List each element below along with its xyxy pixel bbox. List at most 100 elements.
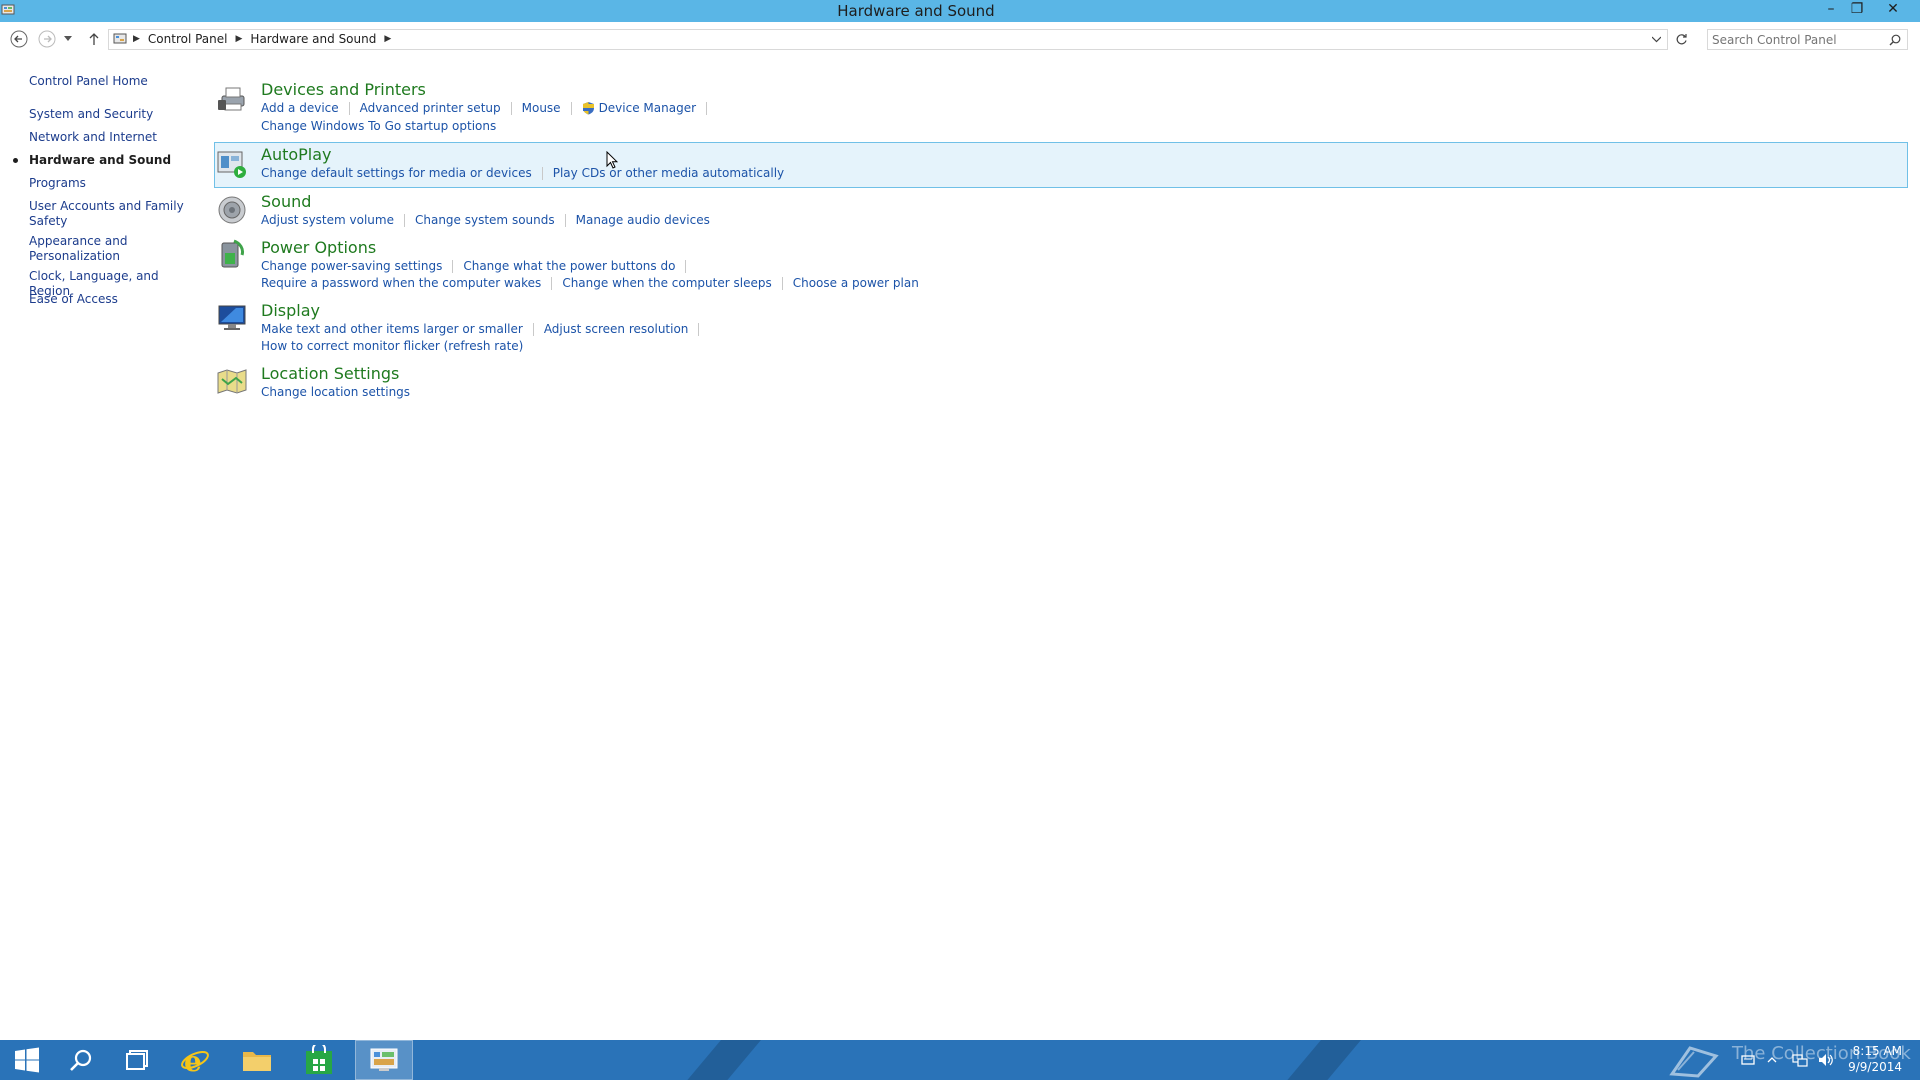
restore-button[interactable]: ❐ (1844, 0, 1870, 20)
search-box[interactable] (1707, 29, 1908, 50)
window-title: Hardware and Sound (837, 2, 995, 20)
change-location-settings-link[interactable]: Change location settings (261, 385, 410, 399)
sidebar-item-label: Hardware and Sound (29, 153, 172, 167)
svg-text:e: e (184, 1045, 202, 1075)
search-input[interactable] (1712, 31, 1882, 48)
location-map-icon (217, 369, 247, 394)
change-default-autoplay-link[interactable]: Change default settings for media or dev… (261, 166, 532, 180)
internet-explorer-icon: e (181, 1045, 209, 1075)
store-button[interactable] (292, 1040, 346, 1080)
internet-explorer-button[interactable]: e (168, 1040, 222, 1080)
category-autoplay[interactable]: AutoPlay Change default settings for med… (214, 142, 1908, 188)
breadcrumb-separator[interactable]: ▶ (232, 34, 247, 44)
navigation-bar: ▶ Control Panel ▶ Hardware and Sound ▶ (0, 28, 1920, 54)
sidebar-item-programs[interactable]: Programs (29, 176, 189, 191)
play-cds-automatically-link[interactable]: Play CDs or other media automatically (553, 166, 784, 180)
breadcrumb-control-panel[interactable]: Control Panel (144, 32, 232, 46)
recent-locations-button[interactable] (62, 28, 74, 50)
link-separator (706, 101, 708, 115)
category-title[interactable]: AutoPlay (261, 145, 332, 164)
clock-time: 8:15 AM (1852, 1044, 1902, 1058)
require-password-on-wake-link[interactable]: Require a password when the computer wak… (261, 276, 541, 290)
start-icon (15, 1047, 39, 1073)
change-system-sounds-link[interactable]: Change system sounds (415, 213, 555, 227)
file-explorer-button[interactable] (230, 1040, 284, 1080)
change-when-computer-sleeps-link[interactable]: Change when the computer sleeps (562, 276, 771, 290)
close-button[interactable]: ✕ (1880, 0, 1906, 20)
battery-icon (221, 239, 244, 268)
sidebar-item-ease-of-access[interactable]: Ease of Access (29, 292, 189, 307)
sidebar-item-user-accounts[interactable]: User Accounts and Family Safety (29, 199, 189, 229)
address-bar[interactable]: ▶ Control Panel ▶ Hardware and Sound ▶ (108, 29, 1668, 50)
category-title[interactable]: Display (261, 301, 320, 320)
link-separator (403, 213, 405, 227)
sidebar-item-system-and-security[interactable]: System and Security (29, 107, 189, 122)
mouse-link[interactable]: Mouse (522, 101, 561, 115)
category-links-row: Make text and other items larger or smal… (261, 322, 709, 336)
category-links-row: Change power-saving settings Change what… (261, 259, 696, 273)
category-links-row: Add a device Advanced printer setup Mous… (261, 101, 717, 115)
advanced-printer-setup-link[interactable]: Advanced printer setup (360, 101, 501, 115)
show-hidden-icons-icon[interactable] (1764, 1052, 1780, 1068)
up-button[interactable] (84, 28, 104, 50)
category-links-row: Adjust system volume Change system sound… (261, 213, 710, 227)
refresh-button[interactable] (1670, 28, 1692, 50)
address-dropdown-icon[interactable] (1652, 36, 1661, 43)
category-title[interactable]: Location Settings (261, 364, 399, 383)
system-clock[interactable]: 8:15 AM 9/9/2014 (1848, 1043, 1902, 1075)
link-separator (532, 322, 534, 336)
device-manager-link[interactable]: Device Manager (599, 101, 696, 115)
category-links-row: How to correct monitor flicker (refresh … (261, 339, 523, 353)
control-panel-home-link[interactable]: Control Panel Home (29, 74, 199, 88)
minimize-button[interactable]: – (1818, 0, 1844, 20)
adjust-screen-resolution-link[interactable]: Adjust screen resolution (544, 322, 689, 336)
speaker-icon (218, 196, 246, 224)
breadcrumb-separator[interactable]: ▶ (129, 34, 144, 44)
manage-audio-devices-link[interactable]: Manage audio devices (576, 213, 710, 227)
task-view-button[interactable] (110, 1040, 164, 1080)
network-icon[interactable] (1792, 1052, 1808, 1068)
sidebar-item-hardware-and-sound[interactable]: Hardware and Sound (13, 153, 189, 168)
link-separator (570, 101, 572, 115)
action-center-icon[interactable] (1740, 1052, 1756, 1068)
breadcrumb-hardware-and-sound[interactable]: Hardware and Sound (246, 32, 380, 46)
active-bullet (13, 158, 18, 163)
adjust-system-volume-link[interactable]: Adjust system volume (261, 213, 394, 227)
add-a-device-link[interactable]: Add a device (261, 101, 339, 115)
link-separator (564, 213, 566, 227)
forward-button[interactable] (37, 28, 57, 50)
sidebar-item-network-and-internet[interactable]: Network and Internet (29, 130, 189, 145)
refresh-icon (1676, 33, 1687, 44)
change-power-buttons-link[interactable]: Change what the power buttons do (463, 259, 675, 273)
start-button[interactable] (0, 1040, 54, 1080)
category-title[interactable]: Sound (261, 192, 311, 211)
back-button[interactable] (9, 28, 29, 50)
control-panel-icon (370, 1048, 398, 1071)
category-title[interactable]: Devices and Printers (261, 80, 426, 99)
monitor-icon (218, 305, 246, 330)
category-title[interactable]: Power Options (261, 238, 376, 257)
breadcrumb-separator[interactable]: ▶ (380, 34, 395, 44)
choose-a-power-plan-link[interactable]: Choose a power plan (793, 276, 919, 290)
change-power-saving-settings-link[interactable]: Change power-saving settings (261, 259, 442, 273)
make-text-larger-link[interactable]: Make text and other items larger or smal… (261, 322, 523, 336)
task-view-icon (126, 1050, 148, 1070)
taskbar-decoration (670, 1040, 770, 1080)
volume-icon[interactable] (1818, 1052, 1834, 1068)
change-windows-to-go-link[interactable]: Change Windows To Go startup options (261, 119, 496, 133)
link-separator (452, 259, 454, 273)
book-logo-icon (1669, 1046, 1719, 1078)
autoplay-icon (217, 151, 246, 178)
control-panel-taskbar-button[interactable] (355, 1040, 413, 1080)
category-sound: Sound Adjust system volume Change system… (214, 190, 1908, 234)
printer-icon (218, 87, 245, 111)
breadcrumb: ▶ Control Panel ▶ Hardware and Sound ▶ (113, 32, 395, 46)
taskbar: e The Collection Book 8:15 AM 9/9/2014 (0, 1040, 1920, 1080)
search-taskbar-button[interactable] (54, 1040, 108, 1080)
category-links-row: Change Windows To Go startup options (261, 119, 496, 133)
title-bar: Hardware and Sound – ❐ ✕ (0, 0, 1920, 22)
monitor-flicker-link[interactable]: How to correct monitor flicker (refresh … (261, 339, 523, 353)
search-icon[interactable] (1889, 34, 1901, 46)
category-location-settings: Location Settings Change location settin… (214, 362, 1908, 406)
sidebar-item-appearance[interactable]: Appearance and Personalization (29, 234, 189, 264)
